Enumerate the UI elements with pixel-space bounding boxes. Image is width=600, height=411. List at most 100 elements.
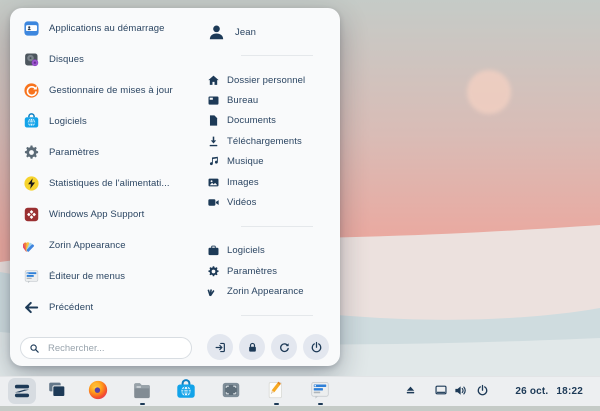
menu-item-label: Disques xyxy=(49,54,84,65)
menu-left-column: Applications au démarrage Disques Gestionn… xyxy=(10,13,200,323)
menu-item-label: Applications au démarrage xyxy=(49,23,165,34)
menu-item-label: Musique xyxy=(227,156,264,167)
menu-item-update-manager[interactable]: Gestionnaire de mises à jour xyxy=(10,75,200,106)
gear-small-icon xyxy=(207,265,220,278)
menu-item-label: Éditeur de menus xyxy=(49,271,125,282)
taskbar-app-menu-editor[interactable] xyxy=(309,379,331,401)
firefox-icon xyxy=(87,379,109,401)
divider xyxy=(241,226,313,227)
divider xyxy=(241,55,313,56)
tray-eject-icon[interactable] xyxy=(404,384,417,397)
windows-overlap-icon xyxy=(46,379,68,401)
running-indicator xyxy=(274,403,279,405)
restart-button[interactable] xyxy=(271,334,297,360)
clock-date: 26 oct. xyxy=(515,386,548,397)
power-icon xyxy=(310,341,323,354)
menu-item-power-statistics[interactable]: Statistiques de l'alimentati... xyxy=(10,168,200,199)
user-icon xyxy=(207,23,226,42)
download-icon xyxy=(207,135,220,148)
startup-apps-icon xyxy=(23,20,40,37)
menu-item-back[interactable]: Précédent xyxy=(10,292,200,323)
menu-item-videos[interactable]: Vidéos xyxy=(205,192,338,212)
desktop-icon xyxy=(207,94,220,107)
menu-item-zorin-appearance-shortcut[interactable]: Zorin Appearance xyxy=(205,281,338,302)
menu-item-music[interactable]: Musique xyxy=(205,152,338,172)
tray-power-icon[interactable] xyxy=(476,384,489,397)
lock-screen-button[interactable] xyxy=(239,334,265,360)
taskbar-app-window-switcher[interactable] xyxy=(46,379,68,401)
logout-icon xyxy=(214,341,227,354)
menu-item-label: Précédent xyxy=(49,302,93,313)
menu-editor-icon xyxy=(23,268,40,285)
menu-item-label: Paramètres xyxy=(49,147,99,158)
menu-item-label: Téléchargements xyxy=(227,136,302,147)
taskbar-clock[interactable]: 26 oct. 18:22 xyxy=(515,376,583,406)
taskbar-app-screenshot-tool[interactable] xyxy=(220,379,242,401)
zorin-logo-icon xyxy=(12,381,32,401)
back-arrow-icon xyxy=(23,299,40,316)
places-list: Dossier personnelBureau Documents Téléchar… xyxy=(205,70,338,213)
menu-item-pictures[interactable]: Images xyxy=(205,172,338,192)
disks-icon xyxy=(23,51,40,68)
power-off-button[interactable] xyxy=(303,334,329,360)
menu-item-home-folder[interactable]: Dossier personnel xyxy=(205,70,338,90)
briefcase-icon xyxy=(207,244,220,257)
settings-gear-icon xyxy=(23,144,40,161)
document-icon xyxy=(207,114,220,127)
video-camera-icon xyxy=(207,196,220,209)
menu-item-downloads[interactable]: Téléchargements xyxy=(205,131,338,151)
divider xyxy=(241,315,313,316)
logout-button[interactable] xyxy=(207,334,233,360)
search-bar[interactable] xyxy=(20,337,192,359)
menu-item-label: Logiciels xyxy=(49,116,87,127)
power-stats-icon xyxy=(23,175,40,192)
menu-item-label: Paramètres xyxy=(227,266,277,277)
session-buttons xyxy=(207,334,329,360)
restart-icon xyxy=(278,341,291,354)
taskbar-app-software-store[interactable] xyxy=(175,379,197,401)
search-icon xyxy=(29,343,40,354)
software-store-icon xyxy=(175,379,197,401)
music-note-icon xyxy=(207,155,220,168)
taskbar-app-files[interactable] xyxy=(131,379,153,401)
menu-item-zorin-appearance[interactable]: Zorin Appearance xyxy=(10,230,200,261)
menu-item-label: Images xyxy=(227,177,259,188)
menu-item-software-shortcut[interactable]: Logiciels xyxy=(205,240,338,261)
menu-item-label: Gestionnaire de mises à jour xyxy=(49,85,173,96)
menu-item-windows-app-support[interactable]: Windows App Support xyxy=(10,199,200,230)
menu-editor-icon xyxy=(309,379,331,401)
menu-item-label: Windows App Support xyxy=(49,209,144,220)
screenshot-icon xyxy=(220,379,242,401)
menu-item-label: Documents xyxy=(227,115,276,126)
running-indicator xyxy=(140,403,145,405)
menu-item-label: Zorin Appearance xyxy=(227,286,304,297)
menu-item-disks[interactable]: Disques xyxy=(10,44,200,75)
picture-icon xyxy=(207,176,220,189)
zorin-appearance-icon xyxy=(23,237,40,254)
tray-display-icon[interactable] xyxy=(434,383,448,397)
taskbar-app-firefox[interactable] xyxy=(87,379,109,401)
taskbar-app-text-editor[interactable] xyxy=(265,379,287,401)
user-menu-item[interactable]: Jean xyxy=(205,18,256,46)
clock-time: 18:22 xyxy=(556,386,583,397)
menu-item-software[interactable]: Logiciels xyxy=(10,106,200,137)
software-store-icon xyxy=(23,113,40,130)
menu-item-settings[interactable]: Paramètres xyxy=(10,137,200,168)
tray-volume-icon[interactable] xyxy=(453,383,468,398)
moon xyxy=(467,70,511,114)
search-input[interactable] xyxy=(46,342,183,355)
menu-item-label: Statistiques de l'alimentati... xyxy=(49,178,170,189)
menu-item-menu-editor[interactable]: Éditeur de menus xyxy=(10,261,200,292)
taskbar-app-zorin-menu[interactable] xyxy=(8,378,36,404)
lock-icon xyxy=(246,341,259,354)
menu-item-documents[interactable]: Documents xyxy=(205,111,338,131)
update-manager-icon xyxy=(23,82,40,99)
windows-app-support-icon xyxy=(23,206,40,223)
running-indicator xyxy=(318,403,323,405)
menu-item-desktop-folder[interactable]: Bureau xyxy=(205,90,338,110)
appearance-fan-icon xyxy=(207,285,220,298)
menu-item-label: Vidéos xyxy=(227,197,256,208)
app-menu-panel: Applications au démarrage Disques Gestionn… xyxy=(10,8,340,366)
menu-item-startup-applications[interactable]: Applications au démarrage xyxy=(10,13,200,44)
menu-item-settings-shortcut[interactable]: Paramètres xyxy=(205,261,338,282)
